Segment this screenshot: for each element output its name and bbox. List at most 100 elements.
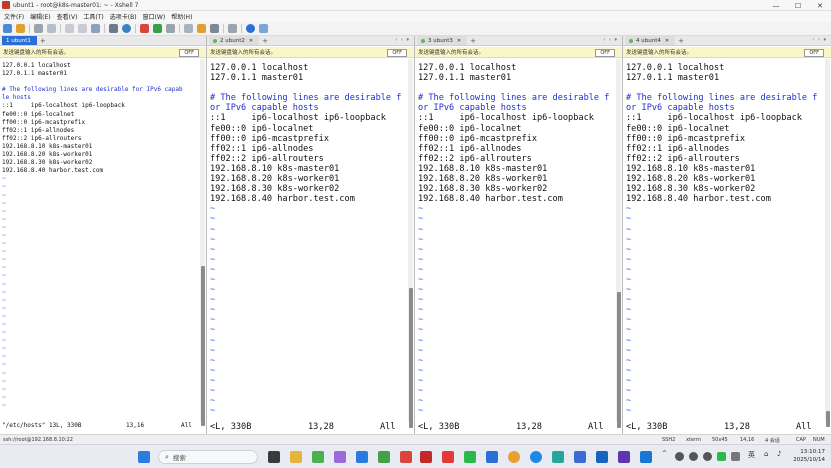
scrollbar[interactable] [200,59,205,426]
vim-empty-line-tilde: ~ [210,254,216,265]
connect-icon[interactable] [34,24,43,33]
session-pane-1[interactable]: 1 ubunt1 + 发送键盘输入的所有会话。 OFF 127.0.0.1 lo… [0,36,207,434]
scrollbar[interactable] [616,59,621,428]
new-tab-icon[interactable]: + [678,37,684,45]
send-all-toggle[interactable]: OFF [595,48,615,57]
menu-view[interactable]: 查看(V) [57,12,78,21]
terminal-line: 127.0.0.1 localhost [418,63,517,73]
ime-indicator[interactable]: 英 [748,450,755,460]
keyboard-icon[interactable] [184,24,193,33]
terminal-output[interactable]: 127.0.0.1 localhost 127.0.1.1 master01 # … [207,59,406,422]
app-icon-3[interactable] [378,451,390,463]
session-pane-4[interactable]: 4 ubunt4 ✕ + ‹ › ▾ 发送键盘输入的所有会话。 OFF 127.0… [623,36,831,434]
vim-empty-line-tilde: ~ [418,285,424,296]
xftp-icon[interactable] [140,24,149,33]
session-pane-3[interactable]: 3 ubunt3 ✕ + ‹ › ▾ 发送键盘输入的所有会话。 OFF 127.0… [415,36,623,434]
app-icon-8[interactable] [574,451,586,463]
scrollbar[interactable] [408,59,413,428]
disconnect-icon[interactable] [47,24,56,33]
scrollbar-thumb[interactable] [825,411,830,427]
scrollbar-thumb[interactable] [616,292,621,428]
vscode-icon[interactable] [356,451,368,463]
tab-ubunt4[interactable]: 4 ubunt4 ✕ [625,36,676,45]
volume-icon[interactable]: ♪ [777,450,781,458]
properties-icon[interactable] [109,24,118,33]
app-icon-1[interactable] [312,451,324,463]
send-all-toggle[interactable]: OFF [179,48,199,57]
new-tab-icon[interactable]: + [470,37,476,45]
globe-icon[interactable] [122,24,131,33]
terminal-output[interactable]: 127.0.0.1 localhost 127.0.1.1 master01 # … [0,59,198,422]
new-tab-icon[interactable]: + [262,37,268,45]
scrollbar-thumb[interactable] [200,266,205,426]
menu-edit[interactable]: 编辑(E) [30,12,50,21]
minimize-button[interactable]: — [765,0,787,11]
tab-ubunt1[interactable]: 1 ubunt1 [2,36,37,45]
file-explorer-icon[interactable] [290,451,302,463]
connected-dot-icon [213,38,217,43]
menu-tools[interactable]: 工具(T) [83,12,103,21]
chrome-icon[interactable] [508,451,520,463]
app-icon-10[interactable] [618,451,630,463]
chat-icon[interactable] [259,24,268,33]
paste-icon[interactable] [78,24,87,33]
taskbar-clock[interactable]: 13:10:17 2025/10/14 [793,448,825,464]
tab-nav-icon[interactable]: ‹ › ▾ [603,37,618,43]
tab-ubunt2[interactable]: 2 ubunt2 ✕ [209,36,260,45]
vim-empty-line-tilde: ~ [210,224,216,235]
send-all-toggle[interactable]: OFF [804,48,824,57]
vim-empty-line-tilde: ~ [2,272,6,280]
close-tab-icon[interactable]: ✕ [457,38,461,44]
tray-icon-1[interactable] [675,452,684,461]
close-tab-icon[interactable]: ✕ [249,38,253,44]
tab-nav-icon[interactable]: ‹ › ▾ [395,37,410,43]
maximize-button[interactable]: ☐ [787,0,809,11]
menu-tabs[interactable]: 选项卡(B) [110,12,137,21]
app-icon-7[interactable] [552,451,564,463]
network-icon[interactable]: ⌂ [764,450,768,458]
tab-ubunt3[interactable]: 3 ubunt3 ✕ [417,36,468,45]
tray-icon-2[interactable] [689,452,698,461]
tray-icon-4[interactable] [731,452,740,461]
tab-nav-icon[interactable]: ‹ › ▾ [812,37,827,43]
session-pane-2[interactable]: 2 ubunt2 ✕ + ‹ › ▾ 发送键盘输入的所有会话。 OFF 127.0… [207,36,415,434]
layout-icon[interactable] [228,24,237,33]
script-icon[interactable] [153,24,162,33]
highlight-icon[interactable] [197,24,206,33]
taskbar-search[interactable]: ⌕ 搜索 [158,450,258,464]
vim-file-info: "/etc/hosts" 13L, 330B [2,422,82,429]
help-icon[interactable] [246,24,255,33]
app-icon-4[interactable] [420,451,432,463]
new-session-icon[interactable] [3,24,12,33]
lock-icon[interactable] [166,24,175,33]
terminal-line: ff00::0 ip6-mcastprefix [2,118,86,126]
task-view-icon[interactable] [268,451,280,463]
app-icon-5[interactable] [442,451,454,463]
windows-start-icon[interactable] [138,451,150,463]
app-icon-11[interactable] [640,451,652,463]
scrollbar-thumb[interactable] [408,288,413,428]
app-icon-6[interactable] [486,451,498,463]
open-folder-icon[interactable] [16,24,25,33]
terminal-output[interactable]: 127.0.0.1 localhost 127.0.1.1 master01 # … [623,59,823,422]
tray-icon-3[interactable] [703,452,712,461]
find-icon[interactable] [91,24,100,33]
copy-icon[interactable] [65,24,74,33]
menu-file[interactable]: 文件(F) [4,12,24,21]
terminal-output[interactable]: 127.0.0.1 localhost 127.0.1.1 master01 # … [415,59,614,422]
send-all-toggle[interactable]: OFF [387,48,407,57]
wechat-icon[interactable] [464,451,476,463]
scrollbar[interactable] [825,59,830,427]
menu-window[interactable]: 窗口(W) [143,12,166,21]
compose-icon[interactable] [210,24,219,33]
tray-wechat-icon[interactable] [717,452,726,461]
close-tab-icon[interactable]: ✕ [665,38,669,44]
edge-icon[interactable] [530,451,542,463]
xshell-taskbar-icon[interactable] [400,451,412,463]
close-button[interactable]: ✕ [809,0,831,11]
tray-chevron-icon[interactable]: ^ [662,450,667,457]
menu-help[interactable]: 帮助(H) [171,12,192,21]
app-icon-9[interactable] [596,451,608,463]
new-tab-icon[interactable]: + [40,37,46,45]
app-icon-2[interactable] [334,451,346,463]
